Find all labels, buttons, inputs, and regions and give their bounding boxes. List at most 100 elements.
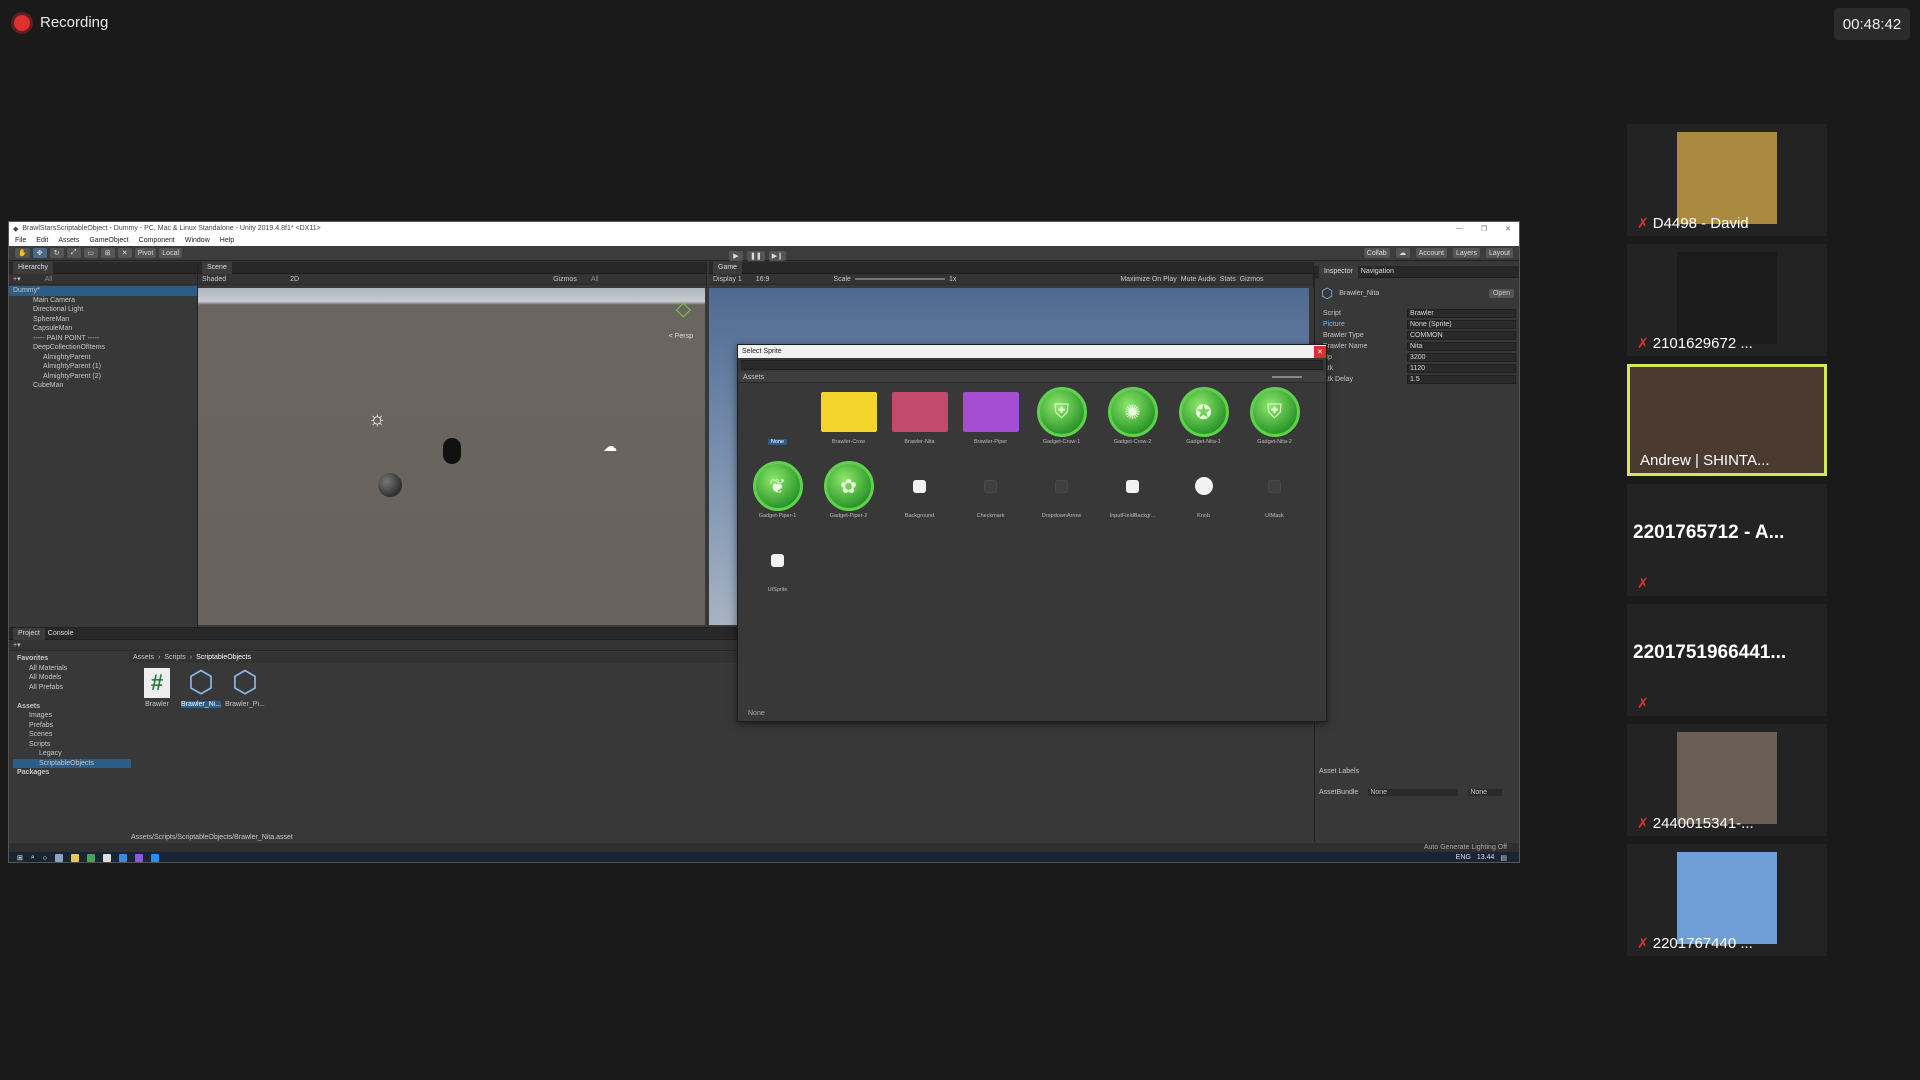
menu-file[interactable]: File [15, 237, 26, 244]
thumbnail-size-slider[interactable] [1272, 376, 1302, 378]
favorites-folder[interactable]: Favorites [13, 654, 131, 664]
scene-gizmo-icon[interactable]: ⬦ [676, 296, 691, 322]
hierarchy-item[interactable]: Directional Light [9, 305, 197, 315]
sprite-item[interactable]: DropdownArrow [1026, 463, 1097, 537]
2d-toggle[interactable]: 2D [290, 276, 299, 283]
participant-tile[interactable]: ✗ 2101629672 ... [1627, 244, 1827, 356]
move-tool-icon[interactable]: ✥ [32, 248, 47, 258]
sprite-item[interactable]: ✿ Gadget-Piper-2 [813, 461, 884, 537]
taskview-icon[interactable] [55, 854, 64, 862]
packages-folder[interactable]: Packages [13, 768, 131, 778]
menu-assets[interactable]: Assets [58, 237, 79, 244]
participant-tile[interactable]: ✗ D4498 - David [1627, 124, 1827, 236]
tab-hierarchy[interactable]: Hierarchy [13, 261, 53, 274]
tray-lang[interactable]: ENG [1456, 854, 1471, 862]
assetbundle-dropdown[interactable]: None [1368, 789, 1459, 796]
sprite-item[interactable]: ✪ Gadget-Nita-1 [1168, 387, 1239, 463]
minimize-icon[interactable]: — [1456, 225, 1463, 233]
sprite-item[interactable]: Background [884, 463, 955, 537]
pivot-button[interactable]: Pivot [134, 248, 157, 258]
hierarchy-item[interactable]: Main Camera [9, 296, 197, 306]
maximize-on-play-toggle[interactable]: Maximize On Play [1120, 276, 1176, 283]
scene-gizmos-dropdown[interactable]: Gizmos [553, 276, 577, 283]
maximize-icon[interactable]: ❐ [1481, 225, 1487, 233]
layout-dropdown[interactable]: Layout [1485, 248, 1513, 258]
tab-project[interactable]: Project [13, 627, 45, 640]
sprite-item[interactable]: Checkmark [955, 463, 1026, 537]
open-button[interactable]: Open [1488, 288, 1514, 298]
project-folder[interactable]: Scenes [13, 730, 131, 740]
dialog-close-icon[interactable]: ✕ [1314, 345, 1326, 358]
step-icon[interactable]: ▶❙ [768, 251, 786, 261]
chrome-icon[interactable] [87, 854, 96, 862]
tab-navigation[interactable]: Navigation [1361, 268, 1394, 275]
sprite-item[interactable]: UIMask [1239, 463, 1310, 537]
participant-tile[interactable]: Andrew | SHINTA... [1627, 364, 1827, 476]
local-button[interactable]: Local [159, 248, 183, 258]
tab-assets[interactable]: Assets [743, 374, 764, 381]
tab-console[interactable]: Console [48, 630, 74, 637]
project-folder[interactable]: Scripts [13, 740, 131, 750]
participant-tile[interactable]: ✗ 2440015341-... [1627, 724, 1827, 836]
hierarchy-item[interactable]: AlmightyParent (1) [9, 362, 197, 372]
project-folder[interactable]: Prefabs [13, 721, 131, 731]
sphere-object[interactable] [378, 473, 402, 497]
project-asset[interactable]: ⬡ Brawler_Pi... [225, 668, 265, 709]
scene-view[interactable]: ⬦ < Persp ☼ ☁ [198, 288, 705, 625]
assets-folder[interactable]: Assets [13, 702, 131, 712]
account-dropdown[interactable]: Account [1415, 248, 1447, 258]
rotate-tool-icon[interactable]: ↻ [49, 248, 64, 258]
menu-edit[interactable]: Edit [36, 237, 48, 244]
create-plus-icon[interactable]: +▾ [13, 275, 21, 283]
hierarchy-item[interactable]: SphereMan [9, 315, 197, 325]
hierarchy-item[interactable]: Dummy* [9, 286, 197, 296]
sprite-item[interactable]: InputFieldBackgr... [1097, 463, 1168, 537]
sprite-item[interactable]: ✺ Gadget-Crow-2 [1097, 387, 1168, 463]
project-folder[interactable]: Legacy [13, 749, 131, 759]
file-explorer-icon[interactable] [71, 854, 80, 862]
field-value[interactable]: COMMON [1407, 331, 1516, 340]
field-value[interactable]: Nita [1407, 342, 1516, 351]
sprite-search-input[interactable] [741, 360, 1323, 370]
notifications-icon[interactable]: ▤ [1500, 854, 1507, 862]
project-create-icon[interactable]: +▾ [13, 641, 21, 649]
rect-tool-icon[interactable]: ▭ [83, 248, 98, 258]
sprite-item[interactable]: Knob [1168, 463, 1239, 537]
sprite-item[interactable]: ⛨ Gadget-Crow-1 [1026, 387, 1097, 463]
hierarchy-item[interactable]: CubeMan [9, 381, 197, 391]
sprite-item[interactable]: Brawler-Crow [813, 389, 884, 463]
sprite-item[interactable]: ⛨ Gadget-Nita-2 [1239, 387, 1310, 463]
hand-tool-icon[interactable]: ✋ [15, 248, 30, 258]
cortana-icon[interactable]: ○ [43, 855, 47, 862]
shading-dropdown[interactable]: Shaded [202, 276, 226, 283]
scene-search[interactable]: All [591, 276, 599, 283]
pause-icon[interactable]: ❚❚ [747, 251, 765, 261]
unity-hub-icon[interactable] [103, 854, 112, 862]
display-dropdown[interactable]: Display 1 [713, 276, 742, 283]
stats-toggle[interactable]: Stats [1220, 276, 1236, 283]
sprite-item[interactable]: None [742, 389, 813, 463]
favorite-item[interactable]: All Materials [13, 664, 131, 674]
close-icon[interactable]: ✕ [1505, 225, 1511, 233]
scale-slider[interactable] [854, 278, 945, 280]
tray-time[interactable]: 13.44 [1477, 854, 1495, 862]
visual-studio-icon[interactable] [135, 854, 144, 862]
hierarchy-item[interactable]: DeepCollectionOfItems [9, 343, 197, 353]
hierarchy-item[interactable]: AlmightyParent (2) [9, 372, 197, 382]
hierarchy-item[interactable]: CapsuleMan [9, 324, 197, 334]
layers-dropdown[interactable]: Layers [1452, 248, 1480, 258]
transform-tool-icon[interactable]: ⊞ [100, 248, 115, 258]
project-folder[interactable]: ScriptableObjects [13, 758, 131, 768]
breadcrumb-scriptableobjects[interactable]: ScriptableObjects [196, 654, 251, 661]
hierarchy-search[interactable]: All [45, 276, 53, 283]
tab-scene[interactable]: Scene [202, 261, 232, 274]
hierarchy-item[interactable]: AlmightyParent [9, 353, 197, 363]
participant-tile[interactable]: ✗ 2201767440 ... [1627, 844, 1827, 956]
project-folder[interactable]: Images [13, 711, 131, 721]
aspect-dropdown[interactable]: 16:9 [756, 276, 770, 283]
scale-tool-icon[interactable]: ⤢ [66, 248, 81, 258]
field-value[interactable]: 3200 [1407, 353, 1516, 362]
windows-start-icon[interactable]: ⊞ [17, 854, 23, 862]
capsule-object[interactable] [443, 438, 461, 464]
field-value[interactable]: 1.5 [1407, 375, 1516, 384]
